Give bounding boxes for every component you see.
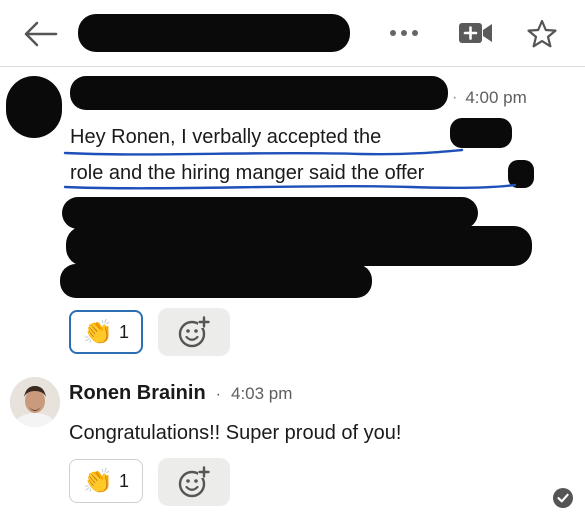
redacted-sender-name	[70, 76, 448, 110]
star-button[interactable]	[522, 14, 562, 54]
clap-reaction-pill[interactable]: 👏 1	[69, 310, 143, 354]
sender-name[interactable]: Ronen Brainin	[69, 382, 206, 405]
more-options-button[interactable]	[384, 18, 424, 48]
reaction-count: 1	[118, 470, 129, 491]
redacted-text	[60, 264, 372, 298]
redacted-text	[66, 226, 532, 266]
redacted-conversation-title	[78, 14, 350, 52]
message-2-text: Congratulations!! Super proud of you!	[69, 422, 402, 444]
timestamp-separator: ·	[452, 89, 458, 106]
check-circle-icon	[553, 488, 573, 508]
video-call-button[interactable]	[456, 16, 496, 50]
message-1-timestamp: 4:00 pm	[465, 88, 527, 107]
star-outline-icon	[527, 19, 557, 48]
message-1-line-1: Hey Ronen, I verbally accepted the	[70, 126, 382, 148]
add-emoji-icon	[178, 466, 210, 498]
redacted-text	[62, 197, 478, 229]
add-emoji-icon	[178, 316, 210, 348]
redacted-text	[450, 118, 512, 148]
more-horizontal-icon	[390, 30, 418, 36]
video-plus-icon	[459, 23, 492, 43]
message-2-meta: Ronen Brainin · 4:03 pm	[69, 382, 292, 405]
avatar-photo	[10, 377, 60, 427]
read-receipt	[552, 487, 574, 509]
clap-reaction-pill[interactable]: 👏 1	[69, 459, 143, 503]
reaction-count: 1	[118, 321, 129, 342]
redacted-avatar	[6, 76, 62, 138]
back-button[interactable]	[20, 14, 60, 54]
add-reaction-button[interactable]	[158, 458, 230, 506]
avatar[interactable]	[10, 377, 60, 427]
handwritten-underline-2	[63, 183, 517, 190]
handwritten-underline-1	[63, 148, 464, 156]
message-2-timestamp: 4:03 pm	[231, 384, 293, 403]
arrow-left-icon	[24, 21, 58, 47]
conversation-header	[0, 0, 585, 67]
add-reaction-button[interactable]	[158, 308, 230, 356]
clapping-hands-icon: 👏	[83, 467, 113, 495]
timestamp-separator: ·	[215, 386, 221, 403]
clapping-hands-icon: 👏	[83, 318, 113, 346]
message-1-meta: · 4:00 pm	[452, 88, 527, 108]
